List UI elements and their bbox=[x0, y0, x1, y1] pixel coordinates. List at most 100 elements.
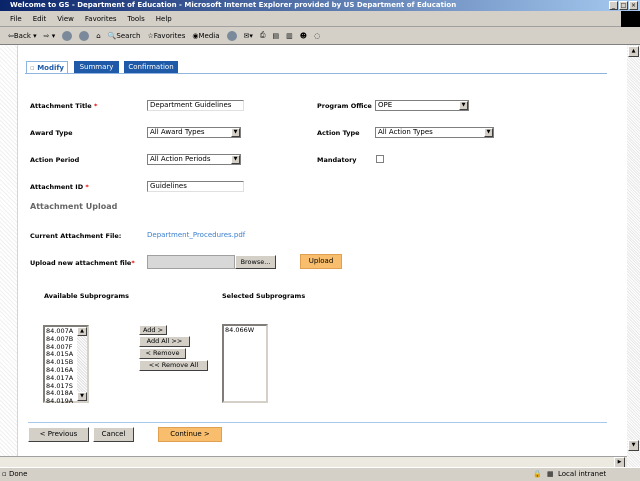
program-office-select[interactable]: OPE ▼ bbox=[375, 100, 469, 111]
minimize-button[interactable]: _ bbox=[609, 1, 618, 10]
refresh-icon[interactable] bbox=[79, 30, 90, 41]
decorative-stripe bbox=[0, 45, 18, 456]
required-mark: * bbox=[85, 183, 89, 191]
attachment-id-label: Attachment ID * bbox=[30, 183, 89, 191]
scroll-down-icon[interactable]: ▼ bbox=[77, 392, 87, 401]
remove-button[interactable]: < Remove bbox=[139, 348, 186, 359]
messenger-icon[interactable]: ☻ bbox=[300, 32, 307, 40]
stop-icon[interactable] bbox=[62, 30, 73, 41]
continue-button[interactable]: Continue > bbox=[158, 427, 222, 442]
security-zone: Local intranet bbox=[558, 470, 607, 478]
tab-confirmation[interactable]: Confirmation bbox=[124, 61, 178, 73]
action-type-select[interactable]: All Action Types ▼ bbox=[375, 127, 494, 138]
window-title: Welcome to GS - Department of Education … bbox=[10, 1, 457, 9]
history-icon[interactable] bbox=[226, 30, 237, 41]
menu-favorites[interactable]: Favorites bbox=[85, 15, 117, 23]
tab-summary-label: Summary bbox=[79, 63, 114, 71]
award-type-label: Award Type bbox=[30, 129, 73, 137]
tab-confirmation-label: Confirmation bbox=[128, 63, 174, 71]
media-label: Media bbox=[198, 31, 220, 40]
research-icon[interactable]: ◌ bbox=[314, 32, 320, 40]
chevron-down-icon: ▼ bbox=[231, 128, 240, 137]
action-type-label: Action Type bbox=[317, 129, 360, 137]
action-period-select[interactable]: All Action Periods ▼ bbox=[147, 154, 241, 165]
add-button[interactable]: Add > bbox=[139, 325, 167, 335]
select-value: All Action Types bbox=[378, 128, 433, 136]
chevron-down-icon: ▼ bbox=[459, 101, 468, 110]
forward-button[interactable]: ⇨ ▾ bbox=[44, 32, 56, 40]
select-value: All Award Types bbox=[150, 128, 205, 136]
divider bbox=[28, 422, 607, 423]
page-content: ▫ Modify Summary Confirmation Attachment… bbox=[0, 45, 627, 456]
add-all-button[interactable]: Add All >> bbox=[139, 336, 190, 347]
search-button[interactable]: 🔍Search bbox=[108, 32, 141, 40]
browse-button[interactable]: Browse... bbox=[235, 255, 276, 269]
mandatory-label: Mandatory bbox=[317, 156, 357, 164]
select-value: OPE bbox=[378, 101, 393, 109]
remove-all-button[interactable]: << Remove All bbox=[139, 360, 208, 371]
menu-help[interactable]: Help bbox=[156, 15, 172, 23]
menu-view[interactable]: View bbox=[57, 15, 74, 23]
select-value: All Action Periods bbox=[150, 155, 211, 163]
chevron-down-icon: ▼ bbox=[484, 128, 493, 137]
label-text: Attachment Title bbox=[30, 102, 92, 110]
list-item[interactable]: 84.066W bbox=[225, 326, 265, 335]
tab-divider bbox=[25, 73, 607, 74]
file-path-input[interactable] bbox=[147, 255, 235, 269]
list-scrollbar[interactable]: ▲ ▼ bbox=[77, 327, 87, 401]
action-period-label: Action Period bbox=[30, 156, 80, 164]
close-button[interactable]: × bbox=[629, 1, 638, 10]
back-button[interactable]: ⇦Back ▾ bbox=[8, 32, 37, 40]
required-mark: * bbox=[131, 259, 135, 267]
program-office-label: Program Office bbox=[317, 102, 372, 110]
status-bar: ▫ Done 🔒 ▦ Local intranet bbox=[0, 467, 640, 480]
media-button[interactable]: ◉Media bbox=[192, 32, 219, 40]
favorites-label: Favorites bbox=[153, 31, 186, 40]
attachment-title-input[interactable]: Department Guidelines bbox=[147, 100, 244, 111]
current-attachment-link[interactable]: Department_Procedures.pdf bbox=[147, 231, 245, 239]
attachment-id-input[interactable]: Guidelines bbox=[147, 181, 244, 192]
selected-subprograms-label: Selected Subprograms bbox=[222, 292, 306, 300]
menu-file[interactable]: File bbox=[10, 15, 22, 23]
menu-bar: File Edit View Favorites Tools Help bbox=[0, 11, 640, 27]
mail-icon[interactable]: ✉▾ bbox=[244, 32, 253, 40]
attachment-upload-heading: Attachment Upload bbox=[30, 202, 118, 211]
selected-subprograms-list[interactable]: 84.066W bbox=[222, 324, 268, 403]
upload-button[interactable]: Upload bbox=[300, 254, 342, 269]
window-title-bar: Welcome to GS - Department of Education … bbox=[0, 0, 640, 11]
scroll-up-icon[interactable]: ▲ bbox=[77, 327, 87, 336]
tab-summary[interactable]: Summary bbox=[74, 61, 119, 73]
back-label: Back bbox=[13, 31, 31, 40]
intranet-icon: ▦ bbox=[547, 470, 554, 478]
menu-tools[interactable]: Tools bbox=[128, 15, 145, 23]
edit-icon[interactable]: ▤ bbox=[273, 32, 280, 40]
discuss-icon[interactable]: ▥ bbox=[286, 32, 293, 40]
search-label: Search bbox=[116, 31, 141, 40]
previous-button[interactable]: < Previous bbox=[28, 427, 89, 442]
tab-modify-label: Modify bbox=[37, 64, 64, 72]
label-text: Attachment ID bbox=[30, 183, 84, 191]
available-subprograms-list[interactable]: 84.007A 84.007B 84.007F 84.015A 84.015B … bbox=[43, 325, 89, 405]
maximize-button[interactable]: □ bbox=[619, 1, 628, 10]
cancel-button[interactable]: Cancel bbox=[93, 427, 134, 442]
vertical-scrollbar[interactable]: ▲ ▼ bbox=[627, 45, 640, 467]
menu-edit[interactable]: Edit bbox=[33, 15, 47, 23]
favorites-button[interactable]: ☆Favorites bbox=[147, 32, 185, 40]
attachment-title-label: Attachment Title * bbox=[30, 102, 97, 110]
status-text: Done bbox=[8, 470, 28, 478]
horizontal-scrollbar[interactable]: ▶ bbox=[0, 456, 627, 468]
available-subprograms-label: Available Subprograms bbox=[44, 292, 129, 300]
award-type-select[interactable]: All Award Types ▼ bbox=[147, 127, 241, 138]
browser-toolbar: ⇦Back ▾ ⇨ ▾ ⌂ 🔍Search ☆Favorites ◉Media … bbox=[0, 27, 640, 45]
mandatory-checkbox[interactable] bbox=[376, 155, 384, 163]
scroll-up-icon[interactable]: ▲ bbox=[628, 46, 639, 57]
page-icon: ▫ bbox=[2, 470, 7, 478]
chevron-down-icon: ▼ bbox=[231, 155, 240, 164]
scroll-down-icon[interactable]: ▼ bbox=[628, 440, 639, 451]
upload-new-label: Upload new attachment file* bbox=[30, 259, 135, 267]
label-text: Upload new attachment file bbox=[30, 259, 132, 267]
print-icon[interactable]: ⎙ bbox=[260, 31, 266, 40]
current-attachment-label: Current Attachment File: bbox=[30, 232, 122, 240]
home-icon[interactable]: ⌂ bbox=[96, 32, 100, 40]
required-mark: * bbox=[93, 102, 98, 110]
